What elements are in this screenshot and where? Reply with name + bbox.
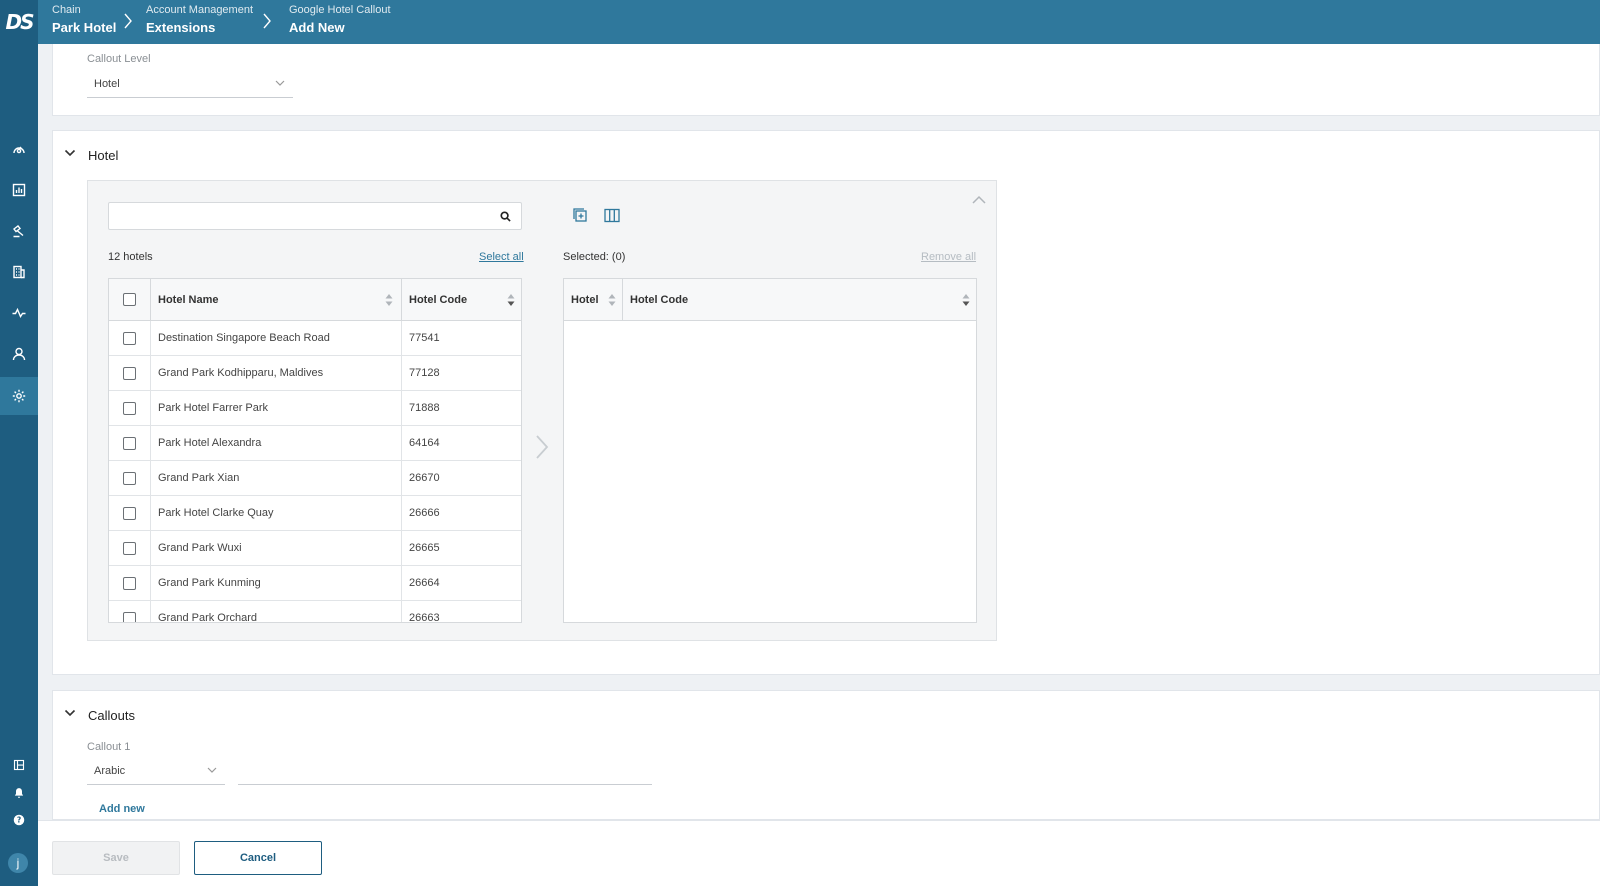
hotel-name-cell: Destination Singapore Beach Road [151, 321, 402, 356]
table-row[interactable]: Park Hotel Clarke Quay 26666 [109, 496, 521, 531]
hotel-code-cell: 26663 [409, 612, 440, 623]
hotel-code-cell: 77541 [409, 332, 440, 344]
remove-all-link[interactable]: Remove all [921, 251, 976, 263]
save-button[interactable]: Save [52, 841, 180, 875]
hotel-count: 12 hotels [108, 251, 153, 263]
hotel-code-cell: 26664 [409, 577, 440, 589]
callout-1-label: Callout 1 [87, 741, 131, 753]
column-hotel-code[interactable]: Hotel Code [402, 279, 521, 321]
sort-icon[interactable] [608, 293, 616, 307]
sort-icon[interactable] [385, 293, 393, 307]
callouts-section-card: Callouts Callout 1 Arabic Add new [52, 690, 1600, 820]
select-all-link[interactable]: Select all [479, 251, 524, 263]
logo[interactable]: DS [0, 0, 38, 44]
chevron-right-icon [124, 13, 132, 29]
hotel-name-cell: Grand Park Xian [151, 461, 402, 496]
callout-level-label: Callout Level [87, 53, 151, 65]
chevron-up-icon[interactable] [972, 195, 986, 204]
sort-icon[interactable] [962, 293, 970, 307]
table-row[interactable]: Park Hotel Alexandra 64164 [109, 426, 521, 461]
table-row[interactable]: Grand Park Wuxi 26665 [109, 531, 521, 566]
help-icon[interactable]: ? [0, 808, 38, 832]
table-row[interactable]: Grand Park Kodhipparu, Maldives 77128 [109, 356, 521, 391]
hotel-picker: 12 hotels Select all Selected: (0) Remov… [87, 180, 997, 641]
search-icon[interactable] [500, 211, 511, 222]
chevron-down-icon [207, 767, 217, 773]
dashboard-icon[interactable] [0, 130, 38, 168]
row-checkbox[interactable] [123, 437, 136, 450]
hotel-code-cell: 26665 [409, 542, 440, 554]
gear-icon[interactable] [0, 377, 38, 415]
move-right-icon[interactable] [535, 434, 549, 460]
hotel-name-cell: Grand Park Kodhipparu, Maldives [151, 356, 402, 391]
hotel-name-cell: Park Hotel Farrer Park [151, 391, 402, 426]
chevron-down-icon[interactable] [64, 147, 76, 159]
hotel-code-cell: 71888 [409, 402, 440, 414]
add-new-link[interactable]: Add new [99, 803, 145, 815]
cancel-button[interactable]: Cancel [194, 841, 322, 875]
selected-count: Selected: (0) [563, 251, 626, 263]
chevron-down-icon[interactable] [64, 707, 76, 719]
selected-hotels-table: Hotel Hotel Code [563, 278, 977, 623]
hotel-name-cell: Grand Park Orchard [151, 601, 402, 622]
table-header: Hotel Name Hotel Code [109, 279, 521, 321]
table-row[interactable]: Destination Singapore Beach Road 77541 [109, 321, 521, 356]
select-all-checkbox[interactable] [123, 293, 136, 306]
row-checkbox[interactable] [123, 402, 136, 415]
bell-icon[interactable] [0, 781, 38, 805]
row-checkbox[interactable] [123, 472, 136, 485]
sidebar: DS ? j [0, 0, 38, 886]
hotel-name-cell: Park Hotel Clarke Quay [151, 496, 402, 531]
callout-level-card: Callout Level Hotel [52, 44, 1600, 116]
callouts-section-title: Callouts [88, 708, 135, 723]
hotel-name-cell: Grand Park Wuxi [151, 531, 402, 566]
callout-language-select[interactable]: Arabic [87, 757, 225, 785]
row-checkbox[interactable] [123, 577, 136, 590]
table-header: Hotel Hotel Code [564, 279, 976, 321]
breadcrumb-chain[interactable]: Chain Park Hotel [52, 0, 132, 44]
hotel-code-cell: 77128 [409, 367, 440, 379]
hotel-name-cell: Grand Park Kunming [151, 566, 402, 601]
sort-icon[interactable] [507, 293, 515, 307]
activity-icon[interactable] [0, 294, 38, 332]
table-row[interactable]: Park Hotel Farrer Park 71888 [109, 391, 521, 426]
available-hotels-table: Hotel Name Hotel Code Destination Singap… [108, 278, 522, 623]
column-hotel-code[interactable]: Hotel Code [623, 279, 976, 321]
footer: Save Cancel [38, 820, 1600, 886]
avatar[interactable]: j [8, 853, 28, 873]
column-hotel-name[interactable]: Hotel Name [151, 279, 402, 321]
callout-level-select[interactable]: Hotel [87, 70, 293, 98]
breadcrumb-account-management[interactable]: Account Management Extensions [146, 0, 266, 44]
panel-icon[interactable] [0, 753, 38, 777]
hotel-search-input[interactable] [108, 202, 522, 230]
column-hotel[interactable]: Hotel [564, 279, 623, 321]
hotel-section-title: Hotel [88, 148, 119, 163]
table-row[interactable]: Grand Park Xian 26670 [109, 461, 521, 496]
row-checkbox[interactable] [123, 332, 136, 345]
user-icon[interactable] [0, 335, 38, 373]
table-row[interactable]: Grand Park Orchard 26663 [109, 601, 521, 623]
hotel-code-cell: 26666 [409, 507, 440, 519]
hotel-name-cell: Park Hotel Alexandra [151, 426, 402, 461]
svg-text:?: ? [17, 816, 21, 825]
callout-text-input[interactable] [238, 757, 652, 785]
auction-icon[interactable] [0, 212, 38, 250]
top-bar: Chain Park Hotel Account Management Exte… [38, 0, 1600, 44]
row-checkbox[interactable] [123, 542, 136, 555]
table-row[interactable]: Grand Park Kunming 26664 [109, 566, 521, 601]
row-checkbox[interactable] [123, 507, 136, 520]
chevron-right-icon [263, 13, 271, 29]
add-all-icon[interactable] [573, 208, 588, 223]
analytics-icon[interactable] [0, 171, 38, 209]
chevron-down-icon [275, 80, 285, 86]
row-checkbox[interactable] [123, 612, 136, 622]
building-icon[interactable] [0, 253, 38, 291]
hotel-code-cell: 64164 [409, 437, 440, 449]
breadcrumb-current: Google Hotel Callout Add New [289, 4, 391, 35]
columns-icon[interactable] [604, 208, 620, 223]
hotel-code-cell: 26670 [409, 472, 440, 484]
row-checkbox[interactable] [123, 367, 136, 380]
